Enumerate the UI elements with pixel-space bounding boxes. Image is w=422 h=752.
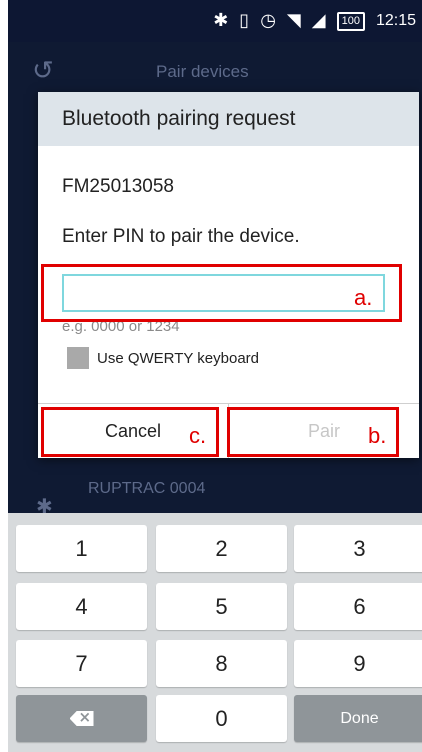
battery-icon: 100	[336, 11, 365, 31]
numeric-keypad: 1 2 3 4 5 6 7 8 9 0 Done	[8, 513, 422, 752]
key-9[interactable]: 9	[294, 640, 422, 687]
key-2[interactable]: 2	[156, 525, 287, 572]
app-bar: ↺ Pair devices	[8, 52, 422, 92]
annotation-label-b: b.	[366, 423, 389, 448]
key-5[interactable]: 5	[156, 583, 287, 630]
bluetooth-icon: ✱	[213, 10, 229, 31]
device-name: RUPTRAC 0004	[88, 480, 206, 497]
qwerty-checkbox[interactable]	[67, 347, 89, 369]
key-4[interactable]: 4	[16, 583, 147, 630]
pin-prompt: Enter PIN to pair the device.	[62, 226, 300, 247]
signal-icon: ◢	[311, 10, 326, 31]
key-3[interactable]: 3	[294, 525, 422, 572]
key-1[interactable]: 1	[16, 525, 147, 572]
alarm-icon: ◷	[260, 10, 276, 31]
annotation-label-a: a.	[352, 285, 375, 310]
vibrate-icon: ▯	[239, 10, 250, 31]
clock: 12:15	[375, 12, 416, 29]
refresh-icon[interactable]: ↺	[32, 56, 54, 86]
backspace-icon	[69, 711, 94, 726]
done-key[interactable]: Done	[294, 695, 422, 742]
dialog-title: Bluetooth pairing request	[38, 92, 419, 146]
annotation-label-c: c.	[187, 423, 209, 448]
phone-screen: ✱ ▯ ◷ ◥ ◢ 100 12:15 ↺ Pair devices ✱ RUP…	[8, 0, 422, 752]
page-title: Pair devices	[156, 62, 249, 81]
status-bar: ✱ ▯ ◷ ◥ ◢ 100 12:15	[8, 0, 422, 42]
key-8[interactable]: 8	[156, 640, 287, 687]
key-7[interactable]: 7	[16, 640, 147, 687]
backspace-key[interactable]	[16, 695, 147, 742]
device-id: FM25013058	[62, 176, 174, 197]
annotation-box-a	[41, 264, 402, 322]
key-6[interactable]: 6	[294, 583, 422, 630]
qwerty-toggle[interactable]: Use QWERTY keyboard	[67, 347, 259, 369]
key-0[interactable]: 0	[156, 695, 287, 742]
wifi-icon: ◥	[286, 10, 301, 31]
qwerty-label: Use QWERTY keyboard	[97, 349, 260, 367]
